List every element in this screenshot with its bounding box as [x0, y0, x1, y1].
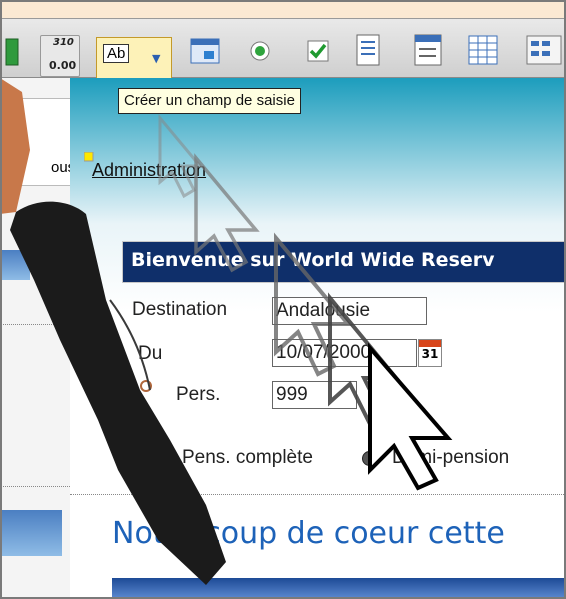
left-panel: ous — [0, 78, 75, 599]
half-board-label: Demi-pension — [392, 447, 510, 468]
left-image-bottom — [2, 510, 62, 556]
green-tab-icon[interactable] — [4, 35, 20, 69]
counter-value: 0.00 — [49, 59, 77, 72]
persons-field[interactable]: 999 — [272, 381, 357, 409]
counter-top-text: 310 — [53, 37, 74, 48]
full-board-label: Pens. complète — [182, 447, 313, 468]
calendar-icon[interactable]: 31 — [418, 339, 442, 367]
left-image-thumbnail — [0, 250, 30, 280]
radio-button-icon[interactable] — [248, 39, 272, 63]
toolbar: 310 0.00 Ab ▼ — [0, 18, 566, 79]
dropdown-arrow-icon[interactable]: ▼ — [152, 52, 160, 65]
calendar-day: 31 — [421, 347, 439, 361]
table-icon[interactable] — [466, 33, 502, 69]
date-field[interactable]: 10/07/2000 — [272, 339, 417, 367]
promo-image — [112, 578, 566, 599]
welcome-banner-text: Bienvenue sur World Wide Reserv — [131, 249, 495, 271]
section-divider — [70, 494, 566, 495]
checkbox-icon[interactable] — [306, 39, 330, 63]
list-box-icon[interactable] — [354, 33, 384, 69]
welcome-banner: Bienvenue sur World Wide Reserv — [122, 241, 566, 283]
featured-heading: Notre coup de coeur cette — [112, 516, 505, 551]
destination-label: Destination — [132, 299, 228, 320]
grid-icon[interactable] — [524, 33, 564, 69]
tooltip: Créer un champ de saisie — [118, 88, 301, 114]
create-text-field-button[interactable]: Ab ▼ — [96, 37, 172, 79]
destination-field[interactable]: Andalousie — [272, 297, 427, 325]
text-field-icon: Ab — [103, 44, 130, 63]
calendar-field-icon[interactable] — [188, 33, 224, 69]
persons-label: Pers. — [176, 384, 221, 405]
counter-display: 310 0.00 — [40, 35, 80, 77]
half-board-radio[interactable] — [362, 451, 377, 466]
date-label: Du — [138, 343, 163, 364]
left-link-box[interactable]: ous — [10, 98, 75, 186]
combo-box-icon[interactable] — [412, 33, 446, 69]
administration-link[interactable]: Administration — [92, 160, 206, 181]
